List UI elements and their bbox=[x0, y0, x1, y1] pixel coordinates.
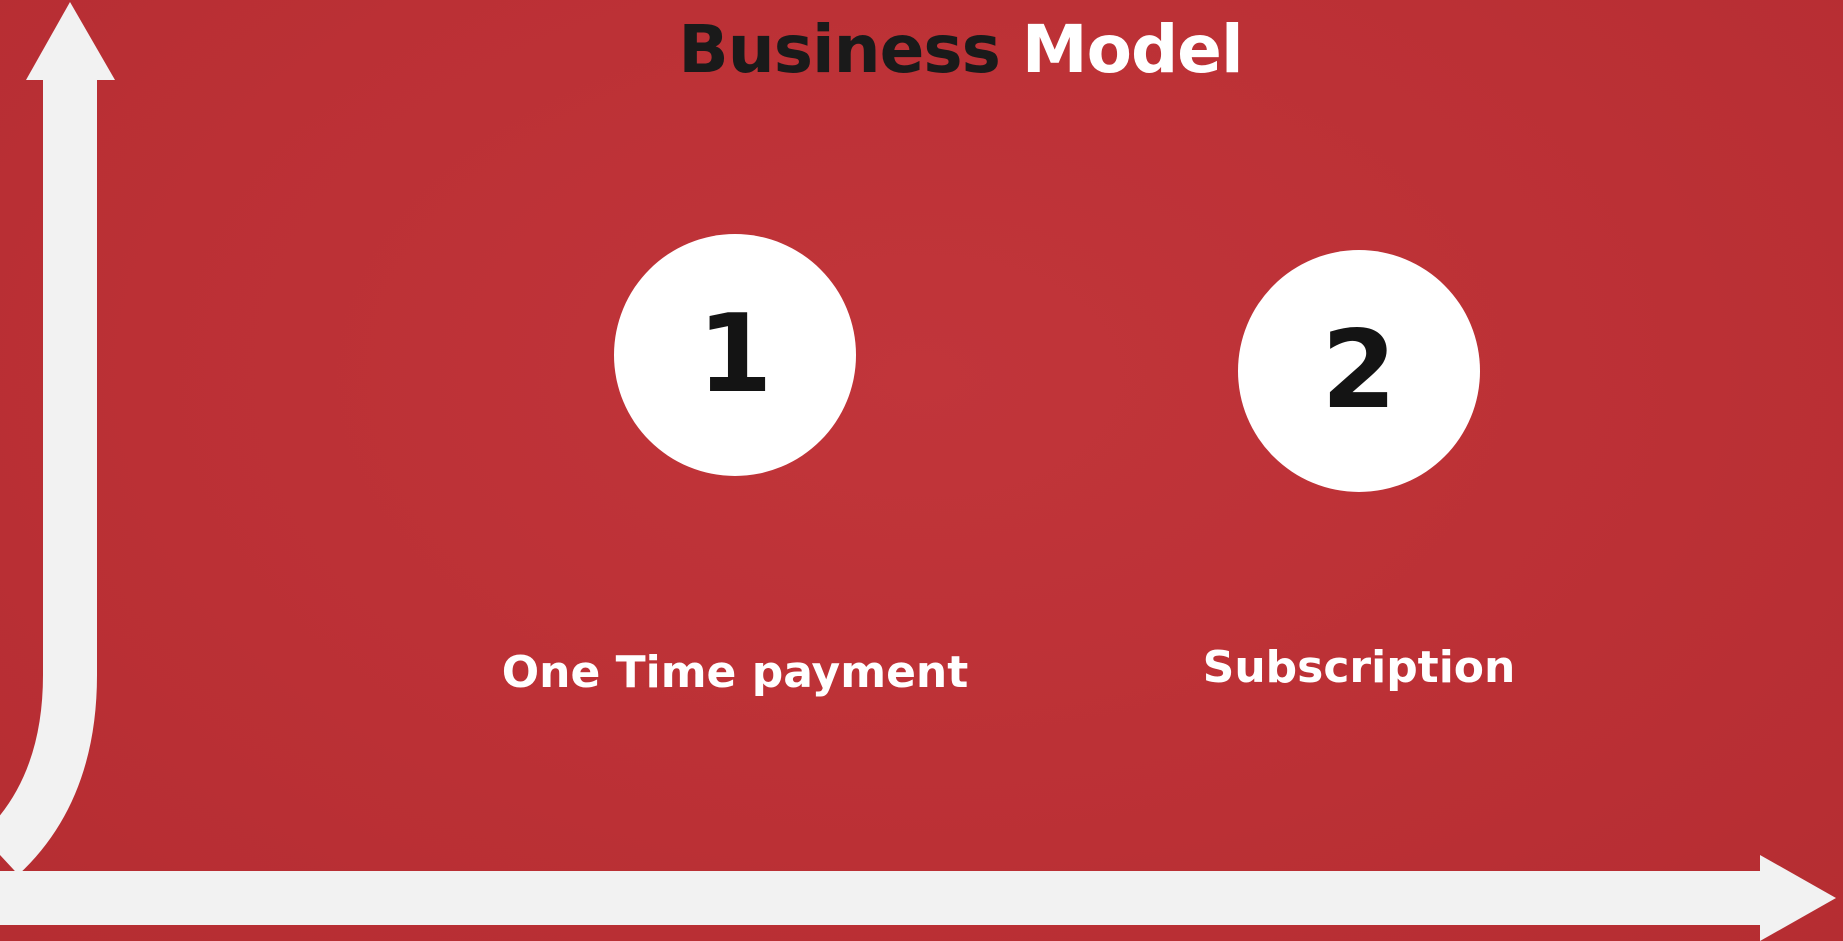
step-number-2: 2 bbox=[1321, 308, 1397, 433]
title-word-business: Business bbox=[678, 11, 1001, 88]
arrow-up-icon bbox=[0, 2, 115, 875]
step-label-subscription: Subscription bbox=[1202, 642, 1516, 693]
step-number-1: 1 bbox=[697, 292, 773, 417]
arrow-right-icon bbox=[0, 855, 1836, 941]
slide: Business Model 1 One Time payment 2 Subs… bbox=[0, 0, 1843, 941]
step-circle-1: 1 bbox=[614, 234, 856, 476]
step-circle-2: 2 bbox=[1238, 250, 1480, 492]
title-word-model: Model bbox=[1021, 11, 1244, 88]
page-title: Business Model bbox=[0, 10, 1843, 90]
axis-arrows bbox=[0, 2, 1836, 941]
step-label-one-time-payment: One Time payment bbox=[501, 647, 969, 698]
